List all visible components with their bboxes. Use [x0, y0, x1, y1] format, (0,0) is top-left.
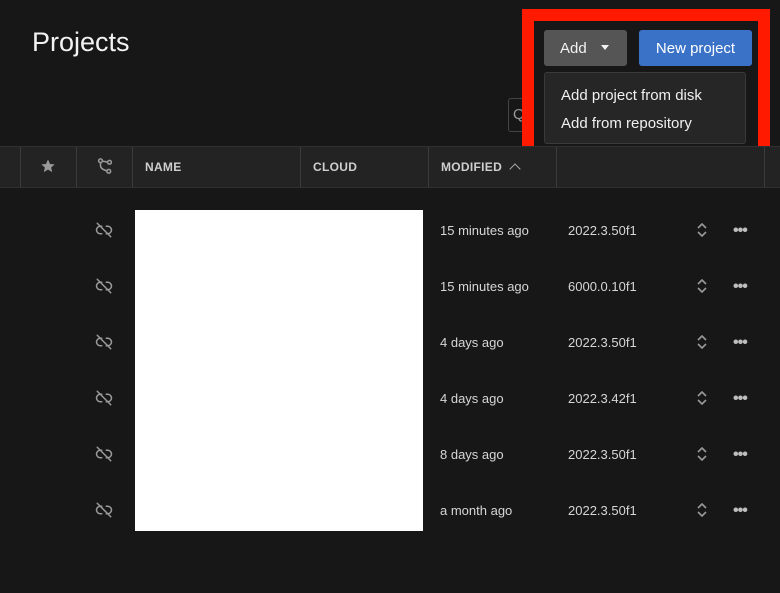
redacted-project-names — [135, 210, 423, 531]
unlinked-icon — [95, 502, 113, 518]
editor-version-cell: 2022.3.50f1 — [568, 503, 637, 518]
column-connection[interactable] — [76, 147, 132, 187]
chevron-updown-icon[interactable] — [696, 446, 708, 462]
add-button-label: Add — [560, 39, 587, 57]
more-icon[interactable]: ••• — [733, 334, 748, 352]
menu-item-add-from-repository[interactable]: Add from repository — [561, 115, 692, 132]
branch-icon — [97, 158, 113, 174]
add-button[interactable]: Add — [544, 30, 627, 66]
table-header: NAME CLOUD MODIFIED — [0, 146, 780, 188]
modified-cell: a month ago — [440, 503, 513, 518]
new-project-button[interactable]: New project — [639, 30, 752, 66]
more-icon[interactable]: ••• — [733, 278, 748, 296]
search-input[interactable]: Q — [508, 98, 525, 132]
modified-cell: 8 days ago — [440, 447, 504, 462]
chevron-updown-icon[interactable] — [696, 278, 708, 294]
column-cloud[interactable]: CLOUD — [300, 147, 428, 187]
column-favorite[interactable] — [20, 147, 76, 187]
unlinked-icon — [95, 334, 113, 350]
more-icon[interactable]: ••• — [733, 446, 748, 464]
column-name[interactable]: NAME — [132, 147, 300, 187]
search-icon: Q — [513, 106, 525, 123]
unlinked-icon — [95, 446, 113, 462]
column-modified[interactable]: MODIFIED — [428, 147, 556, 187]
caret-down-icon — [601, 45, 609, 50]
modified-cell: 4 days ago — [440, 335, 504, 350]
page-title: Projects — [32, 27, 130, 57]
column-actions — [764, 147, 780, 187]
unlinked-icon — [95, 222, 113, 238]
unlinked-icon — [95, 278, 113, 294]
more-icon[interactable]: ••• — [733, 502, 748, 520]
modified-cell: 15 minutes ago — [440, 279, 529, 294]
editor-version-cell: 2022.3.50f1 — [568, 335, 637, 350]
chevron-updown-icon[interactable] — [696, 222, 708, 238]
editor-version-cell: 6000.0.10f1 — [568, 279, 637, 294]
chevron-updown-icon[interactable] — [696, 502, 708, 518]
unlinked-icon — [95, 390, 113, 406]
more-icon[interactable]: ••• — [733, 222, 748, 240]
chevron-updown-icon[interactable] — [696, 334, 708, 350]
menu-item-add-from-disk[interactable]: Add project from disk — [561, 87, 702, 104]
editor-version-cell: 2022.3.50f1 — [568, 223, 637, 238]
editor-version-cell: 2022.3.50f1 — [568, 447, 637, 462]
chevron-updown-icon[interactable] — [696, 390, 708, 406]
star-icon — [41, 159, 55, 173]
more-icon[interactable]: ••• — [733, 390, 748, 408]
add-menu: Add project from disk Add from repositor… — [544, 72, 746, 144]
editor-version-cell: 2022.3.42f1 — [568, 391, 637, 406]
column-editor-version[interactable] — [556, 147, 764, 187]
modified-cell: 15 minutes ago — [440, 223, 529, 238]
modified-cell: 4 days ago — [440, 391, 504, 406]
